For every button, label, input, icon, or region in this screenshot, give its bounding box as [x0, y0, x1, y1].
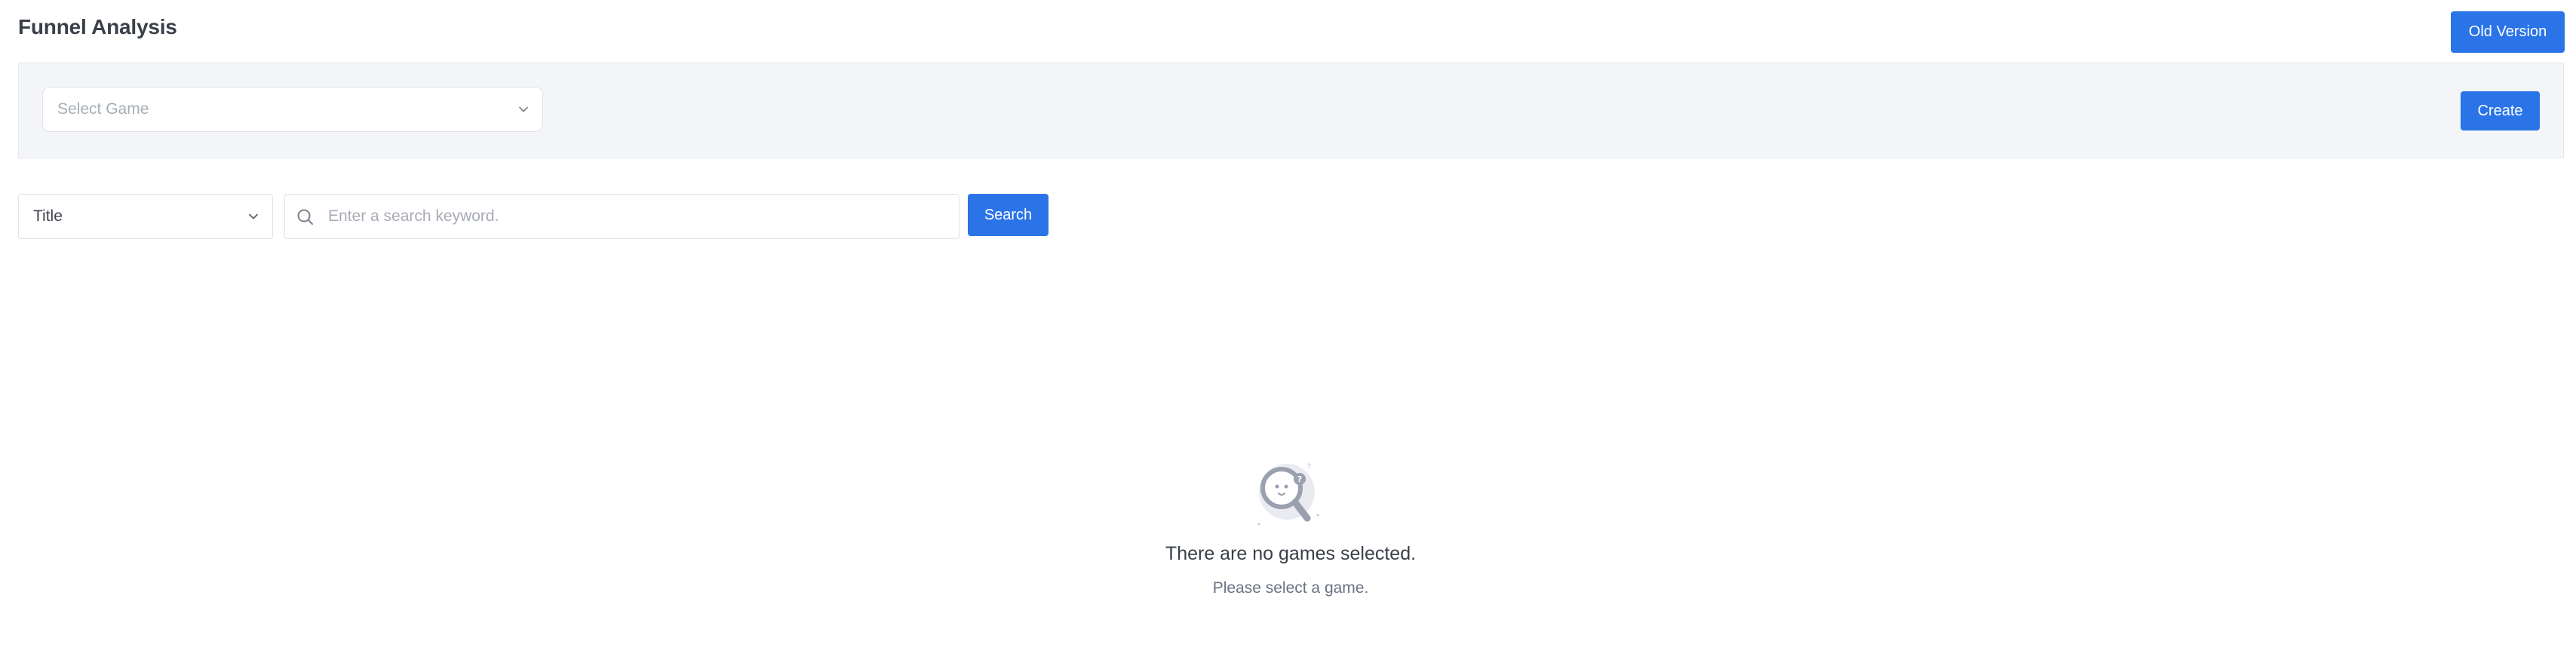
magnifier-face-icon: ? ? — [1257, 463, 1319, 526]
game-select-placeholder: Select Game — [57, 100, 149, 118]
game-select[interactable]: Select Game — [42, 87, 543, 132]
page-title: Funnel Analysis — [18, 15, 177, 38]
empty-state-subtitle: Please select a game. — [1212, 579, 1369, 597]
search-input[interactable] — [328, 195, 947, 238]
search-box — [284, 194, 959, 239]
create-button[interactable]: Create — [2461, 91, 2540, 130]
empty-state-title: There are no games selected. — [1165, 543, 1417, 564]
filter-panel: Select Game Create — [18, 63, 2564, 158]
svg-text:?: ? — [1307, 463, 1311, 471]
svg-text:?: ? — [1297, 474, 1302, 484]
chevron-down-icon — [519, 106, 528, 112]
search-field-select-value: Title — [33, 207, 63, 225]
chevron-down-icon — [249, 213, 258, 220]
empty-state: ? ? There are no games selected. Please … — [1061, 453, 1520, 603]
old-version-button[interactable]: Old Version — [2451, 11, 2565, 53]
search-field-select[interactable]: Title — [18, 194, 273, 239]
funnel-analysis-page: Funnel Analysis Old Version Select Game … — [0, 0, 2576, 657]
search-icon — [297, 209, 313, 225]
search-button[interactable]: Search — [968, 194, 1049, 236]
